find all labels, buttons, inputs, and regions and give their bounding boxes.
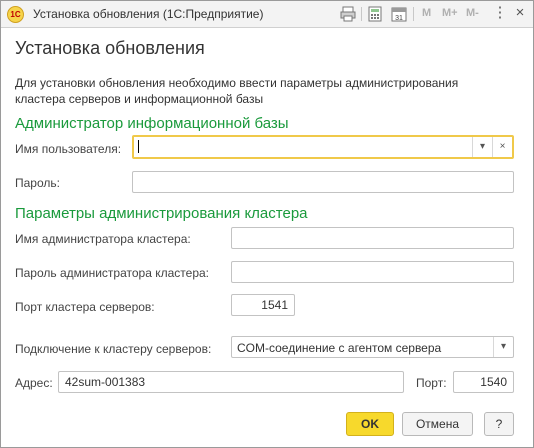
dropdown-arrow-icon[interactable]: ▾ <box>493 337 513 357</box>
cluster-port-field[interactable] <box>231 294 295 316</box>
print-icon[interactable] <box>340 6 356 22</box>
username-label: Имя пользователя: <box>15 142 122 156</box>
form-heading: Установка обновления <box>15 38 205 58</box>
memory-minus-button[interactable]: M- <box>466 7 479 19</box>
text-cursor <box>138 140 139 153</box>
password-label: Пароль: <box>15 176 60 190</box>
memory-button[interactable]: M <box>422 7 431 19</box>
cluster-password-label: Пароль администратора кластера: <box>15 266 210 280</box>
help-button[interactable]: ? <box>484 412 514 436</box>
cluster-admin-field[interactable] <box>231 227 514 249</box>
address-label: Адрес: <box>15 376 53 390</box>
update-dialog: 1С Установка обновления (1С:Предприятие)… <box>0 0 534 448</box>
app-logo-icon: 1С <box>7 6 24 23</box>
connection-value: COM-соединение с агентом сервера <box>237 341 442 355</box>
username-field[interactable]: ▾ × <box>132 135 514 159</box>
connection-select[interactable]: COM-соединение с агентом сервера ▾ <box>231 336 514 358</box>
memory-plus-button[interactable]: M+ <box>442 7 458 19</box>
connection-label: Подключение к кластеру серверов: <box>15 342 212 356</box>
cluster-admin-label: Имя администратора кластера: <box>15 232 191 246</box>
ib-admin-section-title: Администратор информационной базы <box>15 115 289 132</box>
close-icon[interactable]: × <box>511 4 529 22</box>
calculator-icon[interactable] <box>367 6 383 22</box>
ok-button[interactable]: OK <box>346 412 394 436</box>
cluster-section-title: Параметры администрирования кластера <box>15 205 308 222</box>
port-label: Порт: <box>416 376 447 390</box>
cluster-port-label: Порт кластера серверов: <box>15 300 155 314</box>
dropdown-arrow-icon[interactable]: ▾ <box>472 137 492 157</box>
window-title: Установка обновления (1С:Предприятие) <box>33 7 264 21</box>
calendar-icon[interactable]: 31 <box>391 6 407 22</box>
title-bar: 1С Установка обновления (1С:Предприятие)… <box>1 1 533 28</box>
address-field[interactable] <box>58 371 404 393</box>
calendar-day: 31 <box>395 15 403 22</box>
cancel-button[interactable]: Отмена <box>402 412 473 436</box>
password-field[interactable] <box>132 171 514 193</box>
form-description: Для установки обновления необходимо ввес… <box>15 76 459 106</box>
clear-icon[interactable]: × <box>492 137 512 157</box>
more-options-icon[interactable]: ⋮ <box>491 4 509 22</box>
toolbar-separator <box>413 7 414 21</box>
port-field[interactable] <box>453 371 514 393</box>
toolbar-separator <box>361 7 362 21</box>
cluster-password-field[interactable] <box>231 261 514 283</box>
